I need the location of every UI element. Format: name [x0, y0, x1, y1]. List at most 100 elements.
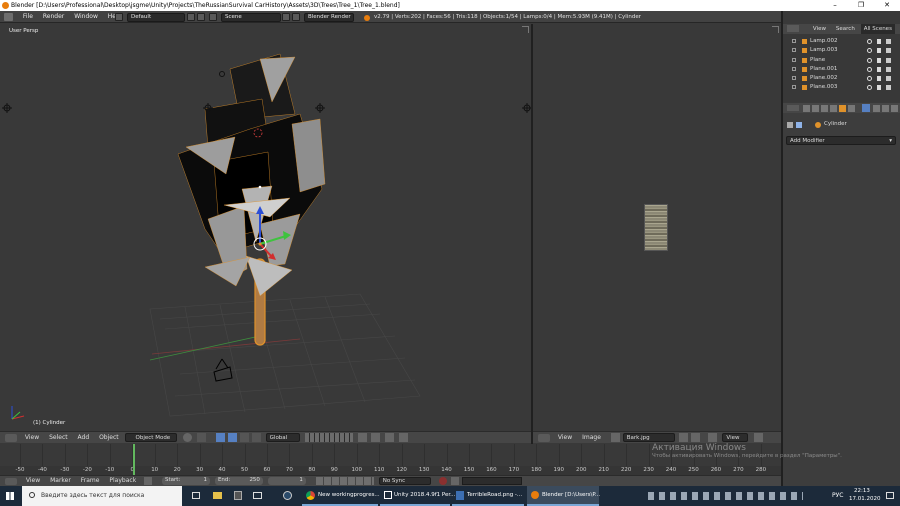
timeline-menu-playback[interactable]: Playback: [109, 476, 136, 486]
pin-icon[interactable]: [787, 122, 793, 128]
material-tab-icon[interactable]: [882, 105, 889, 112]
mail-icon[interactable]: [253, 492, 262, 499]
world-tab-icon[interactable]: [830, 105, 837, 112]
renderability-icon[interactable]: [886, 76, 891, 82]
image-editor-area[interactable]: [533, 24, 781, 431]
renderability-icon[interactable]: [886, 48, 891, 54]
input-language[interactable]: РУС: [832, 492, 843, 499]
add-modifier-button[interactable]: Add Modifier ▾: [786, 136, 896, 145]
selectability-icon[interactable]: [877, 57, 881, 63]
manipulator-icon[interactable]: [215, 433, 225, 442]
outliner-row[interactable]: Plane.002: [783, 74, 900, 83]
orientation-select[interactable]: Global: [265, 433, 300, 442]
menu-window[interactable]: Window: [74, 11, 98, 23]
playback-controls[interactable]: [315, 477, 374, 485]
menu-select[interactable]: Select: [49, 432, 68, 443]
remove-scene-icon[interactable]: [292, 13, 300, 21]
proportional-edit-icon[interactable]: [371, 433, 381, 442]
end-frame-field[interactable]: End: 250: [214, 477, 263, 485]
visibility-eye-icon[interactable]: [867, 76, 872, 82]
renderability-icon[interactable]: [886, 66, 891, 72]
expand-arrow-icon[interactable]: [792, 66, 796, 71]
minimize-button[interactable]: –: [822, 0, 848, 11]
timeline-menu-frame[interactable]: Frame: [81, 476, 100, 486]
3d-scene-canvas[interactable]: [0, 24, 531, 431]
outliner-editor-icon[interactable]: [787, 25, 799, 32]
rotate-icon[interactable]: [239, 433, 249, 442]
timeline-editor-icon[interactable]: [5, 478, 17, 485]
sync-mode-select[interactable]: No Sync: [378, 477, 431, 485]
expand-arrow-icon[interactable]: [792, 85, 796, 90]
3d-viewport[interactable]: User Persp (1) Cylinder: [0, 24, 531, 431]
outliner-row[interactable]: Lamp.003: [783, 46, 900, 55]
expand-arrow-icon[interactable]: [792, 76, 796, 81]
taskbar-app-chrome[interactable]: New workingprogres...: [302, 486, 380, 506]
outliner-row[interactable]: Lamp.002: [783, 37, 900, 46]
modifiers-tab-icon[interactable]: [862, 104, 870, 112]
menu-add[interactable]: Add: [78, 432, 90, 443]
visibility-eye-icon[interactable]: [867, 48, 872, 54]
screen-layout-field[interactable]: Default: [127, 13, 185, 22]
scene-icon[interactable]: [209, 13, 217, 21]
renderability-icon[interactable]: [886, 39, 891, 44]
scale-icon[interactable]: [251, 433, 261, 442]
keying-set-field[interactable]: [462, 477, 523, 485]
keying-set-icon[interactable]: [450, 477, 459, 485]
windows-start-icon[interactable]: [6, 492, 14, 500]
image-editor-type-icon[interactable]: [538, 434, 550, 442]
menu-render[interactable]: Render: [43, 11, 64, 23]
taskbar-search-box[interactable]: Введите здесь текст для поиска: [22, 486, 182, 506]
render-tab-icon[interactable]: [803, 105, 810, 112]
close-button[interactable]: ✕: [874, 0, 900, 11]
selectability-icon[interactable]: [877, 85, 881, 91]
image-browse-icon[interactable]: [610, 433, 620, 442]
selectability-icon[interactable]: [877, 48, 881, 54]
add-scene-icon[interactable]: [282, 13, 290, 21]
start-frame-field[interactable]: Start: 1: [162, 477, 211, 485]
info-editor-icon[interactable]: [4, 13, 13, 21]
outliner-tab-view[interactable]: View: [813, 24, 826, 34]
file-explorer-icon[interactable]: [213, 492, 222, 499]
task-view-icon[interactable]: [192, 492, 200, 499]
renderability-icon[interactable]: [886, 57, 891, 63]
outliner-tab-all-scenes[interactable]: All Scenes: [860, 24, 895, 34]
screen-layout-icon[interactable]: [115, 13, 123, 21]
expand-arrow-icon[interactable]: [792, 39, 796, 43]
visibility-eye-icon[interactable]: [867, 39, 872, 44]
renderability-icon[interactable]: [886, 85, 891, 91]
pivot-icon[interactable]: [197, 433, 207, 442]
taskbar-app-blender[interactable]: Blender [D:\Users\P...: [527, 486, 600, 506]
translate-icon[interactable]: [227, 433, 237, 442]
selectability-icon[interactable]: [877, 76, 881, 82]
taskbar-app-image[interactable]: TerribleRoad.png -...: [452, 486, 524, 506]
outliner-row[interactable]: Plane.003: [783, 83, 900, 92]
steam-icon[interactable]: [283, 491, 292, 500]
texture-tab-icon[interactable]: [891, 105, 898, 112]
image-fake-user-icon[interactable]: [678, 433, 688, 442]
outliner-row[interactable]: Plane: [783, 56, 900, 65]
outliner-panel[interactable]: View Search All Scenes Lamp.002 Lamp.003 P…: [783, 24, 900, 102]
image-unlink-icon[interactable]: [690, 433, 700, 442]
image-display-icon[interactable]: [754, 433, 764, 442]
lock-layers-icon[interactable]: [357, 433, 367, 442]
image-pin-icon[interactable]: [707, 433, 717, 442]
store-icon[interactable]: [234, 491, 242, 500]
image-editor-corner-icon[interactable]: [772, 26, 779, 33]
snap-icon[interactable]: [385, 433, 395, 442]
current-frame-line[interactable]: [133, 444, 135, 475]
maximize-button[interactable]: ❐: [848, 0, 874, 11]
visibility-eye-icon[interactable]: [867, 85, 872, 91]
expand-arrow-icon[interactable]: [792, 48, 796, 53]
timeline-menu-view[interactable]: View: [26, 476, 40, 486]
object-tab-icon[interactable]: [839, 105, 846, 112]
scene-field[interactable]: Scene: [221, 13, 281, 22]
add-layout-icon[interactable]: [187, 13, 195, 21]
layer-buttons[interactable]: [304, 433, 353, 442]
image-menu-image[interactable]: Image: [582, 432, 601, 443]
selectability-icon[interactable]: [877, 39, 881, 44]
scene-tab-icon[interactable]: [821, 105, 828, 112]
selectability-icon[interactable]: [877, 66, 881, 72]
render-engine-select[interactable]: Blender Render: [304, 13, 354, 22]
data-tab-icon[interactable]: [873, 105, 880, 112]
clock-date[interactable]: 17.01.2020: [849, 496, 881, 502]
